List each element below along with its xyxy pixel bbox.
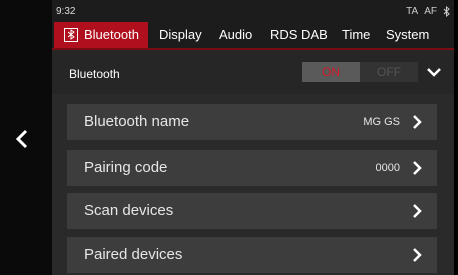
af-indicator: AF (424, 6, 437, 17)
chevron-right-icon (413, 248, 422, 262)
tab-system[interactable]: System (386, 22, 429, 48)
bluetooth-header: Bluetooth ON OFF (52, 50, 454, 94)
chevron-right-icon (413, 115, 422, 129)
toggle-off[interactable]: OFF (360, 62, 418, 82)
row-label: Scan devices (84, 202, 174, 219)
toggle-on[interactable]: ON (302, 62, 360, 82)
bluetooth-icon (64, 27, 78, 42)
tab-bluetooth[interactable]: Bluetooth (54, 22, 148, 48)
list-item-bluetooth-name[interactable]: Bluetooth name MG GS (67, 104, 437, 140)
tab-label: Display (159, 27, 202, 42)
clock: 9:32 (56, 6, 76, 17)
tab-display[interactable]: Display (159, 22, 202, 48)
right-bezel (454, 0, 458, 275)
chevron-right-icon (413, 161, 422, 175)
ta-indicator: TA (406, 6, 419, 17)
tab-label: System (386, 27, 430, 42)
settings-list: Bluetooth name MG GS Pairing code 0000 S… (52, 94, 454, 275)
left-panel (0, 0, 52, 275)
tab-label: Bluetooth (84, 27, 139, 42)
header-label: Bluetooth (69, 67, 120, 81)
chevron-right-icon (413, 204, 422, 218)
list-item-scan-devices[interactable]: Scan devices (67, 193, 437, 229)
bluetooth-icon (443, 6, 450, 17)
row-label: Pairing code (84, 159, 168, 176)
list-item-paired-devices[interactable]: Paired devices (67, 237, 437, 273)
chevron-down-icon[interactable] (425, 64, 443, 80)
tab-time[interactable]: Time (342, 22, 370, 48)
tab-label: RDS DAB (270, 27, 328, 42)
tab-bar: Bluetooth Display Audio RDS DAB Time Sys… (52, 22, 454, 48)
tab-label: Audio (219, 27, 253, 42)
status-indicators: TA AF (406, 6, 450, 17)
row-value: MG GS (363, 116, 400, 128)
row-label: Bluetooth name (84, 113, 190, 130)
status-bar: 9:32 TA AF (52, 0, 454, 20)
row-label: Paired devices (84, 246, 183, 263)
tab-audio[interactable]: Audio (219, 22, 252, 48)
back-button[interactable] (10, 126, 34, 152)
tab-rds-dab[interactable]: RDS DAB (270, 22, 328, 48)
row-value: 0000 (375, 162, 400, 174)
settings-screen: 9:32 TA AF Bluetooth Display Audio RDS D… (52, 0, 454, 275)
bluetooth-toggle[interactable]: ON OFF (302, 62, 418, 82)
chevron-left-icon (15, 129, 28, 149)
list-item-pairing-code[interactable]: Pairing code 0000 (67, 150, 437, 186)
tab-label: Time (342, 27, 371, 42)
